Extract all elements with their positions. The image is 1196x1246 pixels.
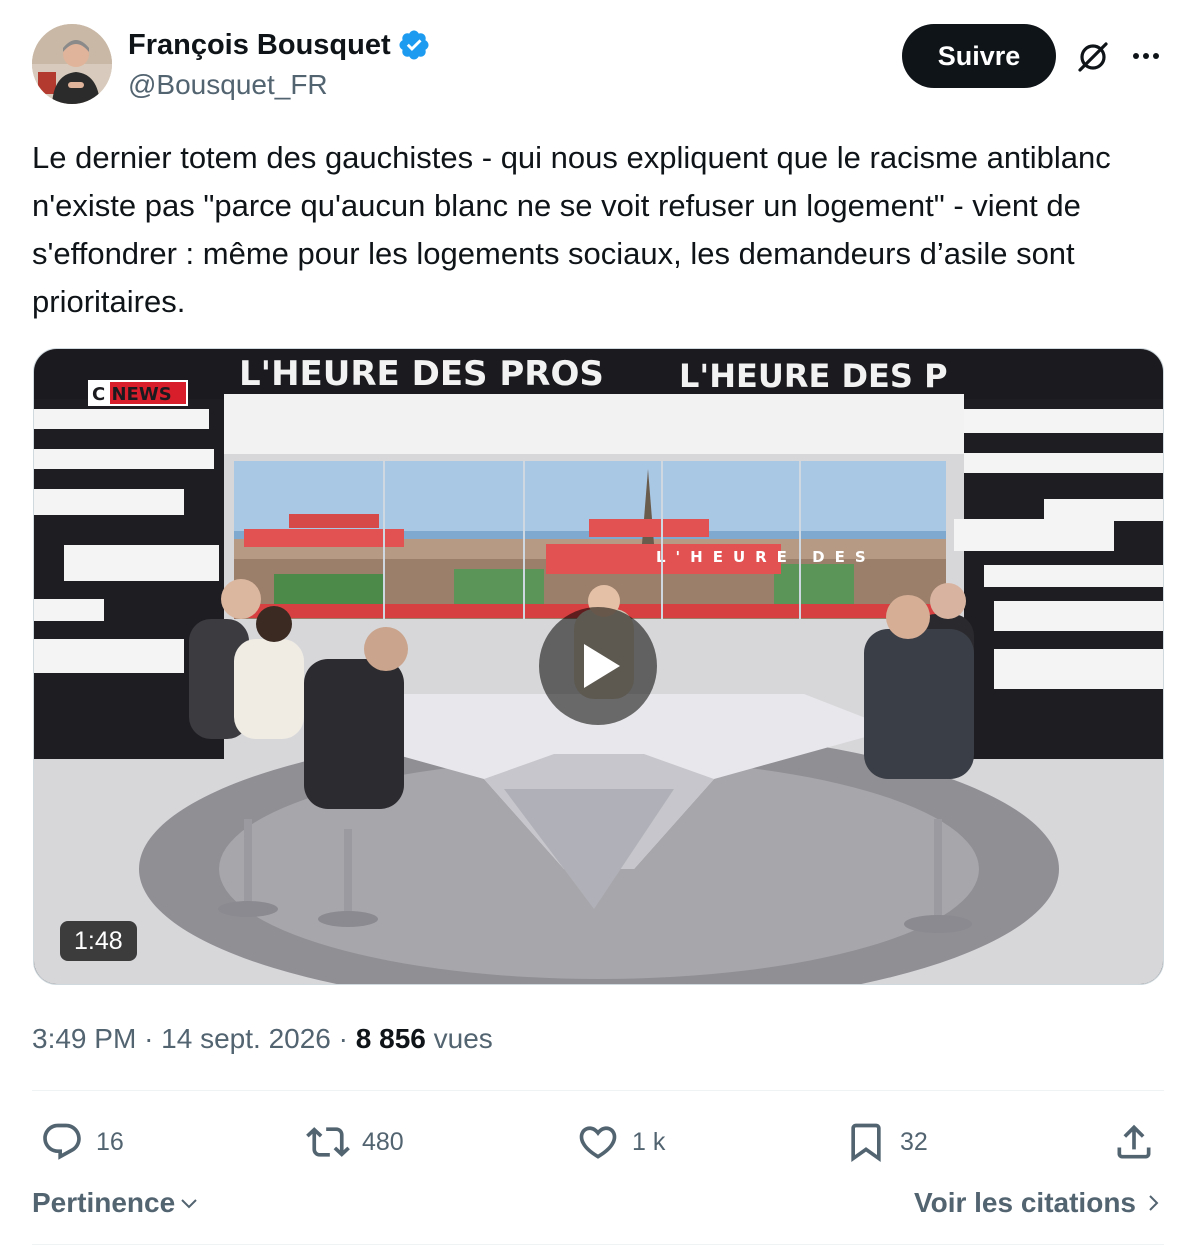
like-button[interactable]: 1 k: [576, 1112, 665, 1172]
divider: [32, 1244, 1164, 1245]
reply-button[interactable]: 16: [40, 1112, 124, 1172]
channel-logo-text: C NEWS: [92, 384, 172, 405]
tweet-meta: 3:49 PM · 14 sept. 2026 · 8 856 vues: [32, 1020, 493, 1058]
chevron-down-icon: [181, 1199, 197, 1209]
bookmark-button[interactable]: 32: [844, 1112, 928, 1172]
repost-button[interactable]: 480: [306, 1112, 404, 1172]
tweet-date[interactable]: 14 sept. 2026: [161, 1023, 331, 1054]
bookmark-count: 32: [900, 1127, 928, 1156]
play-button[interactable]: [539, 607, 657, 725]
grok-icon[interactable]: [1074, 38, 1112, 76]
reply-count: 16: [96, 1127, 124, 1156]
meta-separator: ·: [144, 1023, 154, 1054]
like-count: 1 k: [632, 1127, 666, 1156]
view-quotes-label: Voir les citations: [914, 1187, 1136, 1218]
action-bar: 16 480 1 k 32: [32, 1112, 1164, 1172]
chevron-right-icon: [1149, 1195, 1159, 1211]
tweet-time[interactable]: 3:49 PM: [32, 1023, 136, 1054]
tweet-header: François Bousquet @Bousquet_FR Suivre: [32, 24, 1164, 106]
sort-label: Pertinence: [32, 1187, 176, 1218]
repost-count: 480: [362, 1127, 404, 1156]
bookmark-icon: [851, 1123, 881, 1163]
repost-icon: [306, 1127, 350, 1157]
views-count: 8 856: [355, 1023, 426, 1054]
banner-right-text: L'HEURE DES P: [679, 357, 948, 395]
author-display-name-row[interactable]: François Bousquet: [128, 26, 431, 64]
banner-left-text: L'HEURE DES PROS: [239, 354, 604, 394]
divider: [32, 1090, 1164, 1091]
views-label: vues: [433, 1023, 493, 1054]
share-icon: [1117, 1124, 1151, 1159]
view-quotes-link[interactable]: Voir les citations: [914, 1180, 1164, 1226]
author-avatar[interactable]: [32, 24, 112, 104]
tweet-text: Le dernier totem des gauchistes - qui no…: [32, 140, 1111, 319]
sort-dropdown[interactable]: Pertinence: [32, 1180, 201, 1226]
author-handle[interactable]: @Bousquet_FR: [128, 66, 431, 104]
follow-button[interactable]: Suivre: [902, 24, 1056, 88]
video-player[interactable]: L'HEURE DES L'HEURE DES PROS L'HEURE DES…: [33, 348, 1164, 985]
video-duration: 1:48: [60, 921, 137, 961]
reply-icon: [43, 1123, 81, 1160]
replies-toolbar: Pertinence Voir les citations: [32, 1180, 1164, 1226]
author-display-name[interactable]: François Bousquet: [128, 26, 391, 64]
heart-icon: [579, 1126, 617, 1159]
share-button[interactable]: [1112, 1112, 1156, 1172]
verified-badge-icon[interactable]: [397, 28, 431, 62]
more-options-icon[interactable]: [1128, 38, 1164, 74]
play-icon: [584, 644, 620, 688]
screen-overlay-text: L'HEURE DES: [656, 548, 876, 566]
meta-separator: ·: [338, 1023, 348, 1054]
